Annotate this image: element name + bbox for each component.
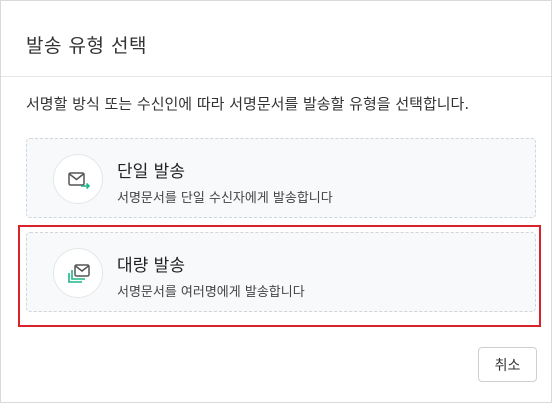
dialog-description: 서명할 방식 또는 수신인에 따라 서명문서를 발송할 유형을 선택합니다. [26,95,470,113]
single-send-title: 단일 발송 [117,162,185,182]
envelope-stack-icon [53,248,103,298]
cancel-button[interactable]: 취소 [478,347,537,382]
dialog-title: 발송 유형 선택 [26,35,147,57]
bulk-send-title: 대량 발송 [117,256,185,276]
envelope-send-icon [53,154,103,204]
send-type-dialog: 발송 유형 선택 서명할 방식 또는 수신인에 따라 서명문서를 발송할 유형을… [0,0,552,403]
bulk-send-option[interactable]: 대량 발송 서명문서를 여러명에게 발송합니다 [26,232,536,312]
title-divider [1,76,551,77]
single-send-subtitle: 서명문서를 단일 수신자에게 발송합니다 [117,191,333,206]
single-send-option[interactable]: 단일 발송 서명문서를 단일 수신자에게 발송합니다 [26,138,536,218]
bulk-send-subtitle: 서명문서를 여러명에게 발송합니다 [117,285,305,300]
